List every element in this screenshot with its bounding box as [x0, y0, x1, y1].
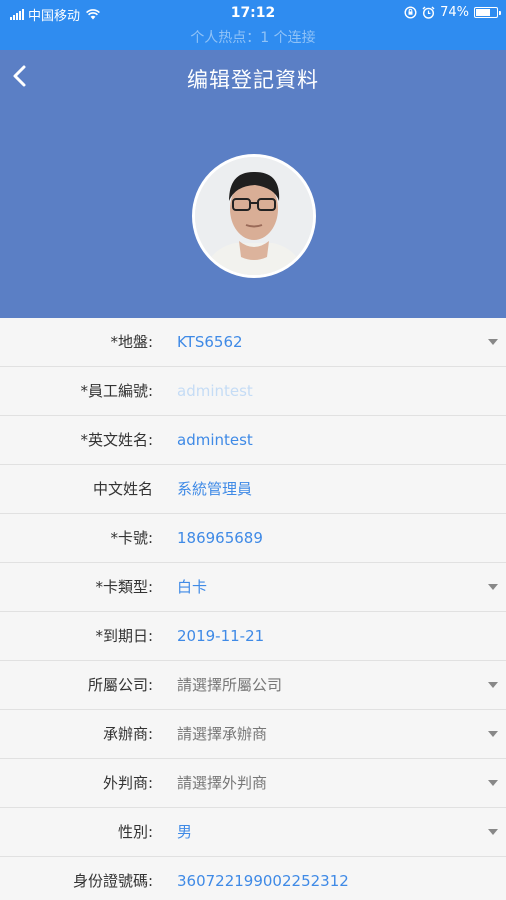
registration-form: *地盤: KTS6562 *員工編號: admintest *英文姓名: admintes… — [0, 318, 506, 900]
field-label: *英文姓名: — [80, 431, 153, 449]
field-label: *卡類型: — [95, 578, 153, 596]
field-label: *到期日: — [95, 627, 153, 645]
field-select[interactable]: 請選擇所屬公司 — [177, 661, 282, 710]
form-row[interactable]: 性別: 男 — [0, 808, 506, 857]
field-input[interactable]: admintest — [177, 367, 253, 416]
form-row[interactable]: 外判商: 請選擇外判商 — [0, 759, 506, 808]
field-input[interactable]: 186965689 — [177, 514, 263, 563]
form-row[interactable]: *卡號: 186965689 — [0, 514, 506, 563]
page-title: 编辑登記資料 — [187, 68, 319, 92]
form-row[interactable]: 所屬公司: 請選擇所屬公司 — [0, 661, 506, 710]
form-row[interactable]: *地盤: KTS6562 — [0, 318, 506, 367]
field-input[interactable]: 2019-11-21 — [177, 612, 264, 661]
form-row[interactable]: 身份證號碼: 360722199002252312 — [0, 857, 506, 900]
field-label: 承辦商: — [102, 725, 153, 743]
profile-header: 编辑登記資料 — [0, 50, 506, 318]
chevron-down-icon[interactable] — [488, 780, 498, 786]
hotspot-banner[interactable]: 个人热点：1 个连接 — [0, 27, 506, 47]
chevron-down-icon[interactable] — [488, 731, 498, 737]
alarm-icon — [422, 6, 435, 19]
form-row[interactable]: 中文姓名 系統管理員 — [0, 465, 506, 514]
status-right: 74% — [404, 5, 501, 20]
status-bar: 中国移动 17:12 74% 个人热点：1 个连接 — [0, 0, 506, 50]
form-row[interactable]: *到期日: 2019-11-21 — [0, 612, 506, 661]
field-select[interactable]: 白卡 — [177, 563, 207, 612]
battery-fill — [476, 9, 490, 16]
field-label: 所屬公司: — [87, 676, 153, 694]
form-row[interactable]: 承辦商: 請選擇承辦商 — [0, 710, 506, 759]
field-label: 身份證號碼: — [72, 872, 153, 890]
chevron-down-icon[interactable] — [488, 584, 498, 590]
field-label: *卡號: — [110, 529, 153, 547]
chevron-down-icon[interactable] — [488, 339, 498, 345]
field-select[interactable]: 請選擇承辦商 — [177, 710, 267, 759]
field-label: *地盤: — [110, 333, 153, 351]
battery-percent: 74% — [440, 5, 469, 20]
field-select[interactable]: KTS6562 — [177, 318, 243, 367]
form-row[interactable]: *卡類型: 白卡 — [0, 563, 506, 612]
field-input[interactable]: 360722199002252312 — [177, 857, 349, 900]
field-label: 性別: — [117, 823, 153, 841]
field-label: *員工編號: — [80, 382, 153, 400]
field-label: 中文姓名 — [92, 480, 153, 498]
form-row[interactable]: *員工編號: admintest — [0, 367, 506, 416]
field-input[interactable]: admintest — [177, 416, 253, 465]
form-row[interactable]: *英文姓名: admintest — [0, 416, 506, 465]
chevron-down-icon[interactable] — [488, 829, 498, 835]
lock-rotation-icon — [404, 6, 417, 19]
avatar[interactable] — [192, 154, 316, 278]
field-select[interactable]: 男 — [177, 808, 192, 857]
field-select[interactable]: 請選擇外判商 — [177, 759, 267, 808]
avatar-photo — [195, 157, 313, 275]
chevron-down-icon[interactable] — [488, 682, 498, 688]
field-label: 外判商: — [102, 774, 153, 792]
battery-icon — [474, 7, 501, 18]
field-input[interactable]: 系統管理員 — [177, 465, 252, 514]
